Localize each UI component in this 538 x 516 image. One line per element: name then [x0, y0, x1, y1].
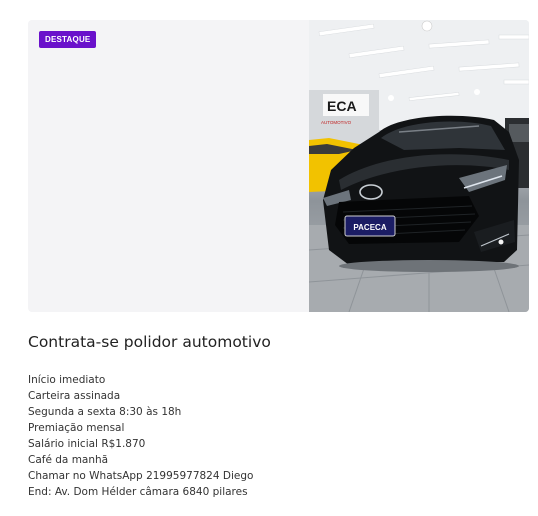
listing-photo[interactable]: ECA AUTOMOTIVO PACECA [309, 20, 529, 312]
page: DESTAQUE ECA AUTOMOTIVO PACECA Contrata-… [0, 0, 538, 516]
description-line: End: Av. Dom Hélder câmara 6840 pilares [28, 486, 248, 498]
description-line: Salário inicial R$1.870 [28, 438, 146, 450]
description-line: Início imediato [28, 374, 106, 386]
listing-description: Início imediato Carteira assinada Segund… [28, 372, 253, 500]
description-line: Carteira assinada [28, 390, 121, 402]
wall-sign-sub: AUTOMOTIVO [321, 120, 352, 125]
listing-title: Contrata-se polidor automotivo [28, 333, 271, 351]
description-line: Café da manhã [28, 454, 109, 466]
description-line: Chamar no WhatsApp 21995977824 Diego [28, 470, 254, 482]
featured-badge: DESTAQUE [39, 31, 97, 48]
listing-card[interactable]: DESTAQUE ECA AUTOMOTIVO PACECA [28, 20, 529, 312]
description-line: Premiação mensal [28, 422, 125, 434]
plate-text: PACECA [353, 223, 386, 232]
car-photo-illustration: ECA AUTOMOTIVO PACECA [309, 20, 529, 312]
wall-sign-text: ECA [327, 98, 357, 114]
description-line: Segunda a sexta 8:30 às 18h [28, 406, 182, 418]
